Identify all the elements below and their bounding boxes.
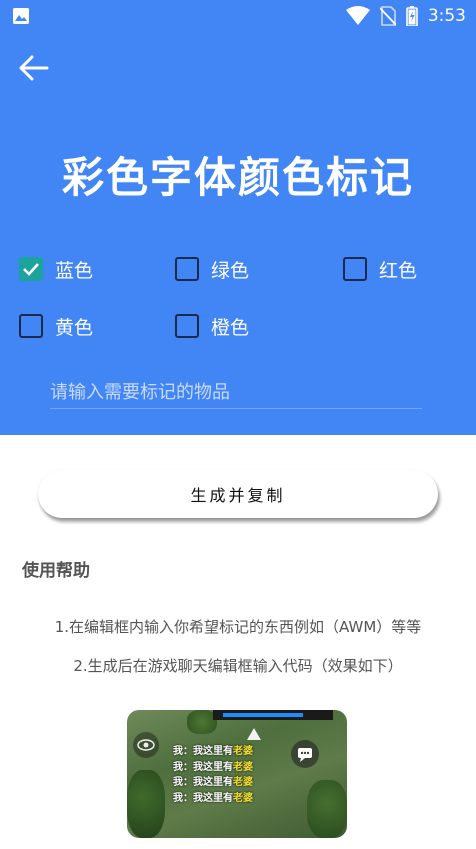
checkbox-green[interactable]: 绿色 [175, 256, 249, 282]
demo-foliage [127, 770, 165, 838]
checkbox-box[interactable] [175, 257, 199, 281]
demo-screenshot: 我：我这里有老婆 我：我这里有老婆 我：我这里有老婆 我：我这里有老婆 [127, 710, 347, 838]
wifi-icon [345, 6, 370, 25]
checkbox-label: 绿色 [211, 259, 250, 282]
generate-copy-button[interactable]: 生成并复制 [38, 470, 438, 518]
chat-line: 我：我这里有老婆 [173, 792, 253, 804]
checkbox-label: 红色 [379, 259, 418, 282]
item-input[interactable] [50, 377, 422, 408]
checkbox-blue[interactable]: 蓝色 [19, 256, 93, 282]
checkbox-box-checked[interactable] [19, 257, 43, 281]
chat-line: 我：我这里有老婆 [173, 746, 253, 757]
checkmark-icon [23, 263, 39, 276]
item-input-wrapper [50, 377, 422, 409]
help-title: 使用帮助 [22, 561, 90, 581]
checkbox-red[interactable]: 红色 [343, 256, 417, 282]
header: 彩色字体颜色标记 蓝色 绿色 红色 黄色 橙色 [0, 32, 476, 435]
help-step-1: 1.在编辑框内输入你希望标记的东西例如（AWM）等等 [54, 618, 422, 636]
page-title: 彩色字体颜色标记 [61, 153, 414, 202]
back-button[interactable] [14, 50, 52, 86]
gallery-icon [13, 8, 29, 24]
checkbox-yellow[interactable]: 黄色 [19, 313, 93, 339]
battery-icon [406, 6, 418, 26]
clock: 3:53 [427, 6, 466, 26]
demo-foliage [307, 780, 347, 838]
eye-icon [133, 732, 159, 758]
arrow-left-icon [19, 55, 49, 81]
checkbox-box[interactable] [343, 257, 367, 281]
no-sim-icon [379, 6, 396, 26]
chat-bubble-icon [291, 740, 319, 768]
checkbox-box[interactable] [19, 314, 43, 338]
demo-chat: 我：我这里有老婆 我：我这里有老婆 我：我这里有老婆 我：我这里有老婆 [173, 744, 253, 806]
status-bar: 3:53 [0, 0, 476, 32]
chat-line: 我：我这里有老婆 [173, 777, 253, 788]
chat-line: 我：我这里有老婆 [173, 761, 253, 773]
checkbox-box[interactable] [175, 314, 199, 338]
help-step-2: 2.生成后在游戏聊天编辑框输入代码（效果如下） [73, 657, 403, 675]
checkbox-orange[interactable]: 橙色 [175, 313, 249, 339]
warning-icon [247, 728, 261, 740]
checkbox-label: 橙色 [211, 316, 250, 339]
demo-health-bar [213, 710, 333, 720]
checkbox-label: 蓝色 [55, 259, 94, 282]
checkbox-label: 黄色 [55, 316, 94, 339]
